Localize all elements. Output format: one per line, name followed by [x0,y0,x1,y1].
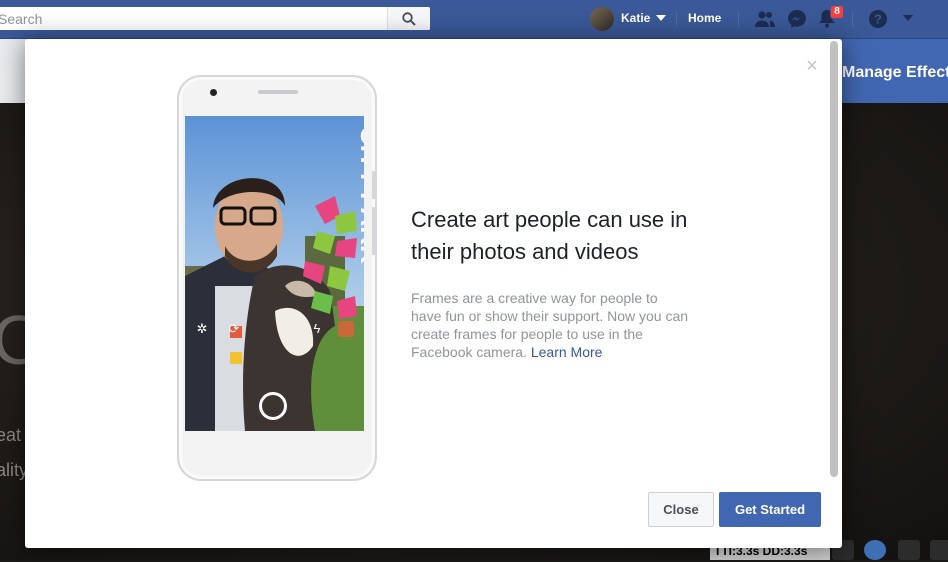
search-button[interactable] [387,7,430,30]
messenger-icon[interactable] [786,8,808,30]
manage-effects-button[interactable]: Manage Effects [834,39,948,103]
flip-camera-icon[interactable]: ⟳ [226,321,242,337]
search-icon [402,11,416,26]
frames-intro-dialog: × CITY PARK ✲ ⟳ ϟ Create art people can … [25,39,842,548]
friend-requests-icon[interactable] [754,8,776,30]
nav-divider [738,11,739,27]
globe-icon[interactable] [864,540,886,560]
profile-name-link[interactable]: Katie [621,11,650,25]
phone-side-button [372,171,375,199]
search-input[interactable] [0,7,388,30]
search-box [0,7,430,30]
get-started-button[interactable]: Get Started [719,492,821,527]
help-icon[interactable]: ? [867,8,889,30]
account-menu-chevron-icon[interactable] [903,15,913,21]
background-text: ality [0,460,29,480]
svg-text:?: ? [874,12,882,27]
phone-speaker [258,90,298,94]
effects-icon[interactable]: ✲ [194,321,210,337]
close-button[interactable]: Close [648,492,714,527]
dialog-headline: Create art people can use in their photo… [411,207,688,264]
nav-divider [676,11,677,27]
close-icon[interactable]: × [803,56,821,76]
nav-divider [852,11,853,27]
avatar[interactable] [590,7,614,31]
notification-count-badge: 8 [830,5,844,19]
phone-camera-dot [210,89,217,96]
flash-off-icon[interactable]: ϟ [309,321,325,337]
dialog-scrollbar[interactable] [830,41,838,477]
shutter-button[interactable] [259,392,287,420]
background-text: eat [0,425,22,445]
bug-icon[interactable] [898,540,920,560]
dock-app-icon[interactable] [930,540,948,560]
phone-screen-photo: CITY PARK [185,116,364,431]
chevron-down-icon[interactable] [656,15,666,21]
phone-side-button [372,207,375,255]
gallery-thumbnail-icon[interactable] [338,321,354,337]
top-nav-bar: Katie Home 8 ? [0,0,948,39]
dialog-description: Frames are a creative way for people to … [411,289,691,361]
home-link[interactable]: Home [688,11,721,25]
learn-more-link[interactable]: Learn More [531,344,603,360]
